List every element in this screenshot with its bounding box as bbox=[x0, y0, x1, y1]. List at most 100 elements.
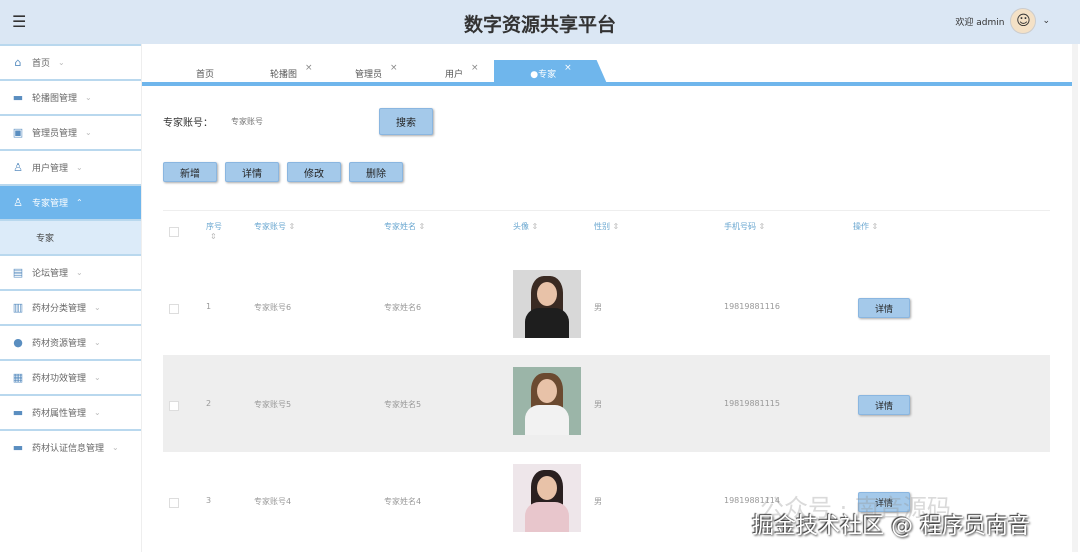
sidebar-item-label: 药材分类管理 bbox=[32, 304, 87, 314]
sidebar-item-herb-cert[interactable]: ▬ 药材认证信息管理 ⌄ bbox=[0, 429, 141, 464]
top-header: ☰ 数字资源共享平台 欢迎 admin ☺ ⌄ bbox=[0, 0, 1080, 44]
row-detail-button[interactable]: 详情 bbox=[858, 298, 910, 318]
chevron-down-icon: ⌄ bbox=[112, 443, 119, 452]
cell-index: 2 bbox=[206, 399, 212, 408]
row-checkbox[interactable] bbox=[169, 401, 179, 411]
sort-icon[interactable]: ⇕ bbox=[289, 222, 296, 231]
edit-button[interactable]: 修改 bbox=[287, 162, 341, 182]
chevron-down-icon: ⌄ bbox=[94, 338, 101, 347]
tab-label: 首页 bbox=[196, 69, 215, 80]
sidebar-subitem-expert[interactable]: 专家 bbox=[0, 219, 141, 254]
briefcase-icon: ▣ bbox=[12, 126, 24, 139]
detail-button[interactable]: 详情 bbox=[225, 162, 279, 182]
expert-account-input[interactable] bbox=[231, 117, 379, 126]
tab-carousel[interactable]: 轮播图 × bbox=[270, 60, 313, 86]
sidebar-item-forum[interactable]: ▤ 论坛管理 ⌄ bbox=[0, 254, 141, 289]
chevron-down-icon: ⌄ bbox=[76, 163, 83, 172]
delete-button[interactable]: 删除 bbox=[349, 162, 403, 182]
close-icon[interactable]: × bbox=[390, 63, 398, 73]
tab-bar: 首页 轮播图 × 管理员 × 用户 × ●专家 × bbox=[142, 56, 1072, 86]
tab-label: 用户 bbox=[445, 69, 464, 80]
home-icon: ⌂ bbox=[14, 56, 22, 69]
add-button[interactable]: 新增 bbox=[163, 162, 217, 182]
expert-photo bbox=[513, 270, 581, 338]
cell-phone: 19819881115 bbox=[724, 399, 780, 408]
cell-account: 专家账号4 bbox=[254, 497, 292, 506]
select-all-checkbox[interactable] bbox=[169, 227, 179, 237]
chevron-down-icon: ⌄ bbox=[85, 128, 92, 137]
header-label: 性别 bbox=[594, 222, 610, 231]
sort-icon[interactable]: ⇕ bbox=[613, 222, 620, 231]
sort-icon[interactable]: ⇕ bbox=[419, 222, 426, 231]
close-icon[interactable]: × bbox=[564, 63, 572, 73]
cell-index: 3 bbox=[206, 496, 212, 505]
row-checkbox[interactable] bbox=[169, 304, 179, 314]
column-header-gender[interactable]: 性别 ⇕ bbox=[594, 221, 619, 232]
sidebar-item-users[interactable]: ♙ 用户管理 ⌄ bbox=[0, 149, 141, 184]
column-header-phone[interactable]: 手机号码 ⇕ bbox=[724, 221, 765, 232]
sidebar-item-label: 药材功效管理 bbox=[32, 374, 87, 384]
search-button[interactable]: 搜索 bbox=[379, 108, 433, 135]
sidebar-item-herb-effect[interactable]: ▦ 药材功效管理 ⌄ bbox=[0, 359, 141, 394]
header-label: 头像 bbox=[513, 222, 529, 231]
column-header-name[interactable]: 专家姓名 ⇕ bbox=[384, 221, 425, 232]
sort-icon[interactable]: ⇕ bbox=[759, 222, 766, 231]
sort-icon[interactable]: ⇕ bbox=[872, 222, 879, 231]
tab-admin[interactable]: 管理员 × bbox=[355, 60, 398, 86]
toolbar: 新增 详情 修改 删除 bbox=[163, 162, 403, 182]
tab-experts[interactable]: ●专家 × bbox=[494, 60, 608, 86]
sidebar-item-home[interactable]: ⌂ 首页 ⌄ bbox=[0, 44, 141, 79]
scrollbar[interactable] bbox=[1072, 44, 1078, 552]
sidebar-item-label: 药材属性管理 bbox=[32, 409, 87, 419]
column-header-index[interactable]: 序号 ⇕ bbox=[206, 221, 222, 241]
sidebar-item-label: 轮播图管理 bbox=[32, 94, 78, 104]
table-header: 序号 ⇕ 专家账号 ⇕ 专家姓名 ⇕ 头像 ⇕ 性别 ⇕ 手机号码 ⇕ 操作 ⇕ bbox=[163, 210, 1050, 258]
sidebar-item-herb-attr[interactable]: ▬ 药材属性管理 ⌄ bbox=[0, 394, 141, 429]
cell-gender: 男 bbox=[594, 497, 602, 506]
close-icon[interactable]: × bbox=[471, 63, 479, 73]
tab-label: ●专家 bbox=[530, 69, 557, 80]
close-icon[interactable]: × bbox=[305, 63, 313, 73]
row-checkbox[interactable] bbox=[169, 498, 179, 508]
page-title: 数字资源共享平台 bbox=[463, 14, 616, 36]
search-label: 专家账号： bbox=[163, 118, 213, 129]
sidebar: ⌂ 首页 ⌄ ▬ 轮播图管理 ⌄ ▣ 管理员管理 ⌄ ♙ 用户管理 ⌄ ♙ 专家管理 ⌃ 专家 ▤ 论… bbox=[0, 44, 142, 552]
list-icon: ▬ bbox=[12, 406, 24, 419]
book-icon: ▥ bbox=[12, 301, 24, 314]
sidebar-item-label: 药材认证信息管理 bbox=[32, 444, 105, 454]
sidebar-item-herb-resource[interactable]: ● 药材资源管理 ⌄ bbox=[0, 324, 141, 359]
sidebar-item-label: 药材资源管理 bbox=[32, 339, 87, 349]
cell-account: 专家账号5 bbox=[254, 400, 292, 409]
cell-account: 专家账号6 bbox=[254, 303, 292, 312]
sidebar-item-herb-category[interactable]: ▥ 药材分类管理 ⌄ bbox=[0, 289, 141, 324]
image-icon: ▬ bbox=[12, 91, 24, 104]
cell-name: 专家姓名6 bbox=[384, 303, 422, 312]
chevron-down-icon: ⌄ bbox=[94, 303, 101, 312]
tab-home[interactable]: 首页 bbox=[196, 60, 214, 86]
sort-icon[interactable]: ⇕ bbox=[532, 222, 539, 231]
table-row: 2 专家账号5 专家姓名5 男 19819881115 详情 bbox=[163, 355, 1050, 452]
sort-icon[interactable]: ⇕ bbox=[206, 232, 217, 241]
column-header-action[interactable]: 操作 ⇕ bbox=[853, 221, 878, 232]
sidebar-item-label: 用户管理 bbox=[32, 164, 69, 174]
sidebar-item-label: 管理员管理 bbox=[32, 129, 78, 139]
drop-icon: ● bbox=[13, 336, 23, 349]
header-label: 专家姓名 bbox=[384, 222, 416, 231]
table-row: 1 专家账号6 专家姓名6 男 19819881116 详情 bbox=[163, 258, 1050, 355]
forum-icon: ▤ bbox=[12, 266, 24, 279]
cell-name: 专家姓名5 bbox=[384, 400, 422, 409]
column-header-photo[interactable]: 头像 ⇕ bbox=[513, 221, 538, 232]
sidebar-item-admin[interactable]: ▣ 管理员管理 ⌄ bbox=[0, 114, 141, 149]
chevron-down-icon: ⌄ bbox=[58, 58, 65, 67]
watermark-juejin: 掘金技术社区 @ 程序员南音 bbox=[752, 514, 1030, 539]
expert-photo bbox=[513, 367, 581, 435]
user-menu[interactable]: 欢迎 admin ☺ ⌄ bbox=[955, 8, 1050, 34]
tab-users[interactable]: 用户 × bbox=[445, 60, 479, 86]
sidebar-item-label: 专家管理 bbox=[32, 199, 69, 209]
avatar[interactable]: ☺ bbox=[1010, 8, 1037, 34]
sidebar-item-carousel[interactable]: ▬ 轮播图管理 ⌄ bbox=[0, 79, 141, 114]
tab-label: 管理员 bbox=[355, 69, 383, 80]
row-detail-button[interactable]: 详情 bbox=[858, 395, 910, 415]
column-header-account[interactable]: 专家账号 ⇕ bbox=[254, 221, 295, 232]
sidebar-item-experts[interactable]: ♙ 专家管理 ⌃ bbox=[0, 184, 141, 219]
